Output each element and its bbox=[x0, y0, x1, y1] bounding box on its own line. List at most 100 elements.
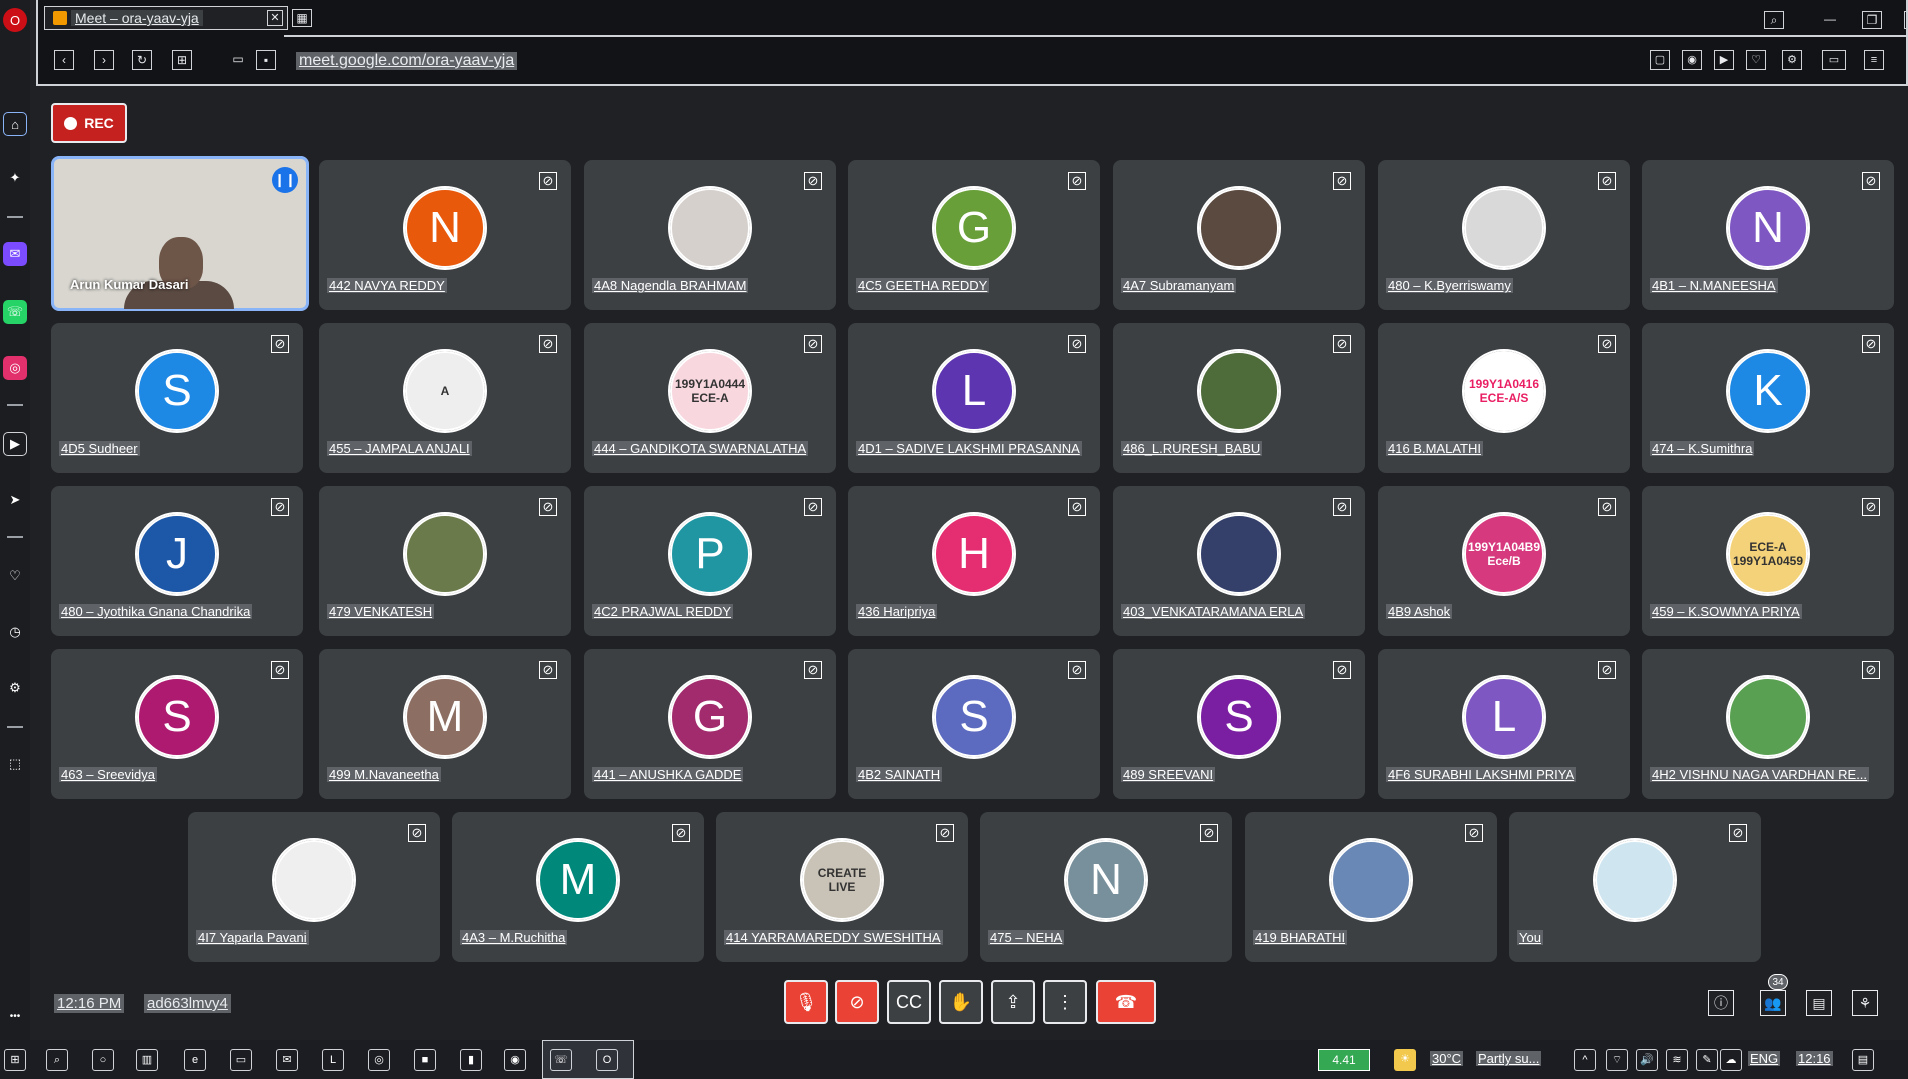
chrome-icon[interactable]: ◉ bbox=[504, 1049, 526, 1071]
instagram-icon[interactable]: ◎ bbox=[3, 356, 27, 380]
store-icon[interactable]: ◎ bbox=[368, 1049, 390, 1071]
more-options-button[interactable]: ⋮ bbox=[1043, 980, 1087, 1024]
battery-saver-icon[interactable]: ▭ bbox=[1822, 50, 1846, 70]
weather-icon[interactable]: ☀ bbox=[1394, 1049, 1416, 1071]
system-clock[interactable]: 12:16 bbox=[1796, 1051, 1833, 1066]
onedrive-icon[interactable]: ☁ bbox=[1720, 1049, 1742, 1071]
cortana-icon[interactable]: ○ bbox=[92, 1049, 114, 1071]
leave-call-button[interactable]: ☎ bbox=[1096, 980, 1156, 1024]
participant-tile[interactable]: ⊘ 4A7 Subramanyam bbox=[1113, 160, 1365, 310]
send-icon[interactable]: ➤ bbox=[3, 488, 27, 512]
more-icon[interactable]: ••• bbox=[3, 1004, 27, 1028]
participant-tile[interactable]: ⊘ 4I7 Yaparla Pavani bbox=[188, 812, 440, 962]
reload-icon[interactable]: ↻ bbox=[132, 50, 152, 70]
participant-tile[interactable]: ⊘ 199Y1A0416 ECE-A/S 416 B.MALATHI bbox=[1378, 323, 1630, 473]
captions-button[interactable]: CC bbox=[887, 980, 931, 1024]
screen-capture-icon[interactable]: ▢ bbox=[1650, 50, 1670, 70]
opera-taskbar-icon[interactable]: O bbox=[596, 1049, 618, 1071]
participant-tile[interactable]: ⊘ 479 VENKATESH bbox=[319, 486, 571, 636]
home-icon[interactable]: ⌂ bbox=[3, 112, 27, 136]
participant-tile[interactable]: ⊘ CREATE LIVE 414 YARRAMAREDDY SWESHITHA bbox=[716, 812, 968, 962]
opera-menu-icon[interactable]: O bbox=[3, 8, 27, 32]
search-icon[interactable]: ⌕ bbox=[46, 1049, 68, 1071]
minimize-icon[interactable]: — bbox=[1820, 11, 1840, 29]
present-button[interactable]: ⇪ bbox=[991, 980, 1035, 1024]
tab-close-icon[interactable]: ✕ bbox=[267, 10, 283, 26]
video-popout-icon[interactable]: ▶ bbox=[1714, 50, 1734, 70]
close-window-icon[interactable]: ✕ bbox=[1904, 11, 1908, 29]
edge-icon[interactable]: e bbox=[184, 1049, 206, 1071]
lock-icon[interactable]: ▪ bbox=[256, 50, 276, 70]
mail-icon[interactable]: ✉ bbox=[276, 1049, 298, 1071]
people-button[interactable]: 👥 bbox=[1760, 990, 1786, 1016]
powerpoint-icon[interactable]: ▮ bbox=[460, 1049, 482, 1071]
participant-tile[interactable]: ⊘ 4A8 Nagendla BRAHMAM bbox=[584, 160, 836, 310]
participant-tile[interactable]: ⊘ J 480 – Jyothika Gnana Chandrika bbox=[51, 486, 303, 636]
task-view-icon[interactable]: ▥ bbox=[136, 1049, 158, 1071]
participant-tile[interactable]: ⊘ A 455 – JAMPALA ANJALI bbox=[319, 323, 571, 473]
address-bar[interactable]: meet.google.com/ora-yaav-yja bbox=[296, 52, 518, 70]
participant-tile[interactable]: ⊘ 486_L.RURESH_BABU bbox=[1113, 323, 1365, 473]
participant-tile[interactable]: ⊘ N 475 – NEHA bbox=[980, 812, 1232, 962]
speed-dial-icon[interactable]: ✦ bbox=[3, 166, 27, 190]
pen-icon[interactable]: ✎ bbox=[1696, 1049, 1718, 1071]
participant-tile[interactable]: ⊘ M 499 M.Navaneetha bbox=[319, 649, 571, 799]
activities-button[interactable]: ⚘ bbox=[1852, 990, 1878, 1016]
participant-tile[interactable]: ⊘ S 463 – Sreevidya bbox=[51, 649, 303, 799]
maximize-icon[interactable]: ❐ bbox=[1862, 11, 1882, 29]
network-icon[interactable]: ⌔ bbox=[1606, 1049, 1628, 1071]
participant-tile[interactable]: ⊘ L 4F6 SURABHI LAKSHMI PRIYA bbox=[1378, 649, 1630, 799]
whatsapp-taskbar-icon[interactable]: ☏ bbox=[550, 1049, 572, 1071]
participant-tile[interactable]: ⊘ H 436 Haripriya bbox=[848, 486, 1100, 636]
participant-tile[interactable]: ⊘ 4H2 VISHNU NAGA VARDHAN RE... bbox=[1642, 649, 1894, 799]
start-icon[interactable]: ⊞ bbox=[4, 1049, 26, 1071]
participant-tile[interactable]: ⊘ K 474 – K.Sumithra bbox=[1642, 323, 1894, 473]
speaker-icon[interactable]: 🔊 bbox=[1636, 1049, 1658, 1071]
file-explorer-icon[interactable]: ▭ bbox=[230, 1049, 252, 1071]
search-tabs-icon[interactable]: ⌕ bbox=[1764, 11, 1784, 29]
microphone-off-button[interactable]: 🎙 bbox=[784, 980, 828, 1024]
extensions-icon[interactable]: ⬚ bbox=[3, 752, 27, 776]
notifications-icon[interactable]: ▤ bbox=[1852, 1049, 1874, 1071]
forward-icon[interactable]: › bbox=[94, 50, 114, 70]
wifi-icon[interactable]: ≋ bbox=[1666, 1049, 1688, 1071]
participant-tile[interactable]: ⊘ 199Y1A0444 ECE-A 444 – GANDIKOTA SWARNAL… bbox=[584, 323, 836, 473]
participant-tile[interactable]: ⊘ You bbox=[1509, 812, 1761, 962]
participant-tile[interactable]: ⊘ S 489 SREEVANI bbox=[1113, 649, 1365, 799]
back-icon[interactable]: ‹ bbox=[54, 50, 74, 70]
menu-icon[interactable]: ≡ bbox=[1864, 50, 1884, 70]
camera-icon[interactable]: ▭ bbox=[228, 50, 248, 70]
participant-tile[interactable]: ⊘ ECE-A 199Y1A0459 459 – K.SOWMYA PRIYA bbox=[1642, 486, 1894, 636]
participant-tile[interactable]: ⊘ S 4D5 Sudheer bbox=[51, 323, 303, 473]
history-icon[interactable]: ◷ bbox=[3, 620, 27, 644]
raise-hand-button[interactable]: ✋ bbox=[939, 980, 983, 1024]
input-language[interactable]: ENG bbox=[1748, 1051, 1781, 1066]
messenger-icon[interactable]: ✉ bbox=[3, 242, 27, 266]
participant-tile[interactable]: ⊘ G 4C5 GEETHA REDDY bbox=[848, 160, 1100, 310]
participant-tile[interactable]: ⊘ 419 BHARATHI bbox=[1245, 812, 1497, 962]
participant-tile[interactable]: ⊘ 403_VENKATARAMANA ERLA bbox=[1113, 486, 1365, 636]
settings-icon[interactable]: ⚙ bbox=[3, 676, 27, 700]
participant-tile[interactable]: ⊘ M 4A3 – M.Ruchitha bbox=[452, 812, 704, 962]
participant-tile[interactable]: ⊘ L 4D1 – SADIVE LAKSHMI PRASANNA bbox=[848, 323, 1100, 473]
self-video-tile[interactable]: ❙❙ Arun Kumar Dasari bbox=[51, 156, 309, 311]
participant-tile[interactable]: ⊘ 199Y1A04B9 Ece/B 4B9 Ashok bbox=[1378, 486, 1630, 636]
participant-tile[interactable]: ⊘ S 4B2 SAINATH bbox=[848, 649, 1100, 799]
participant-tile[interactable]: ⊘ P 4C2 PRAJWAL REDDY bbox=[584, 486, 836, 636]
browser-tab[interactable]: Meet – ora-yaav-yja ✕ bbox=[44, 6, 288, 30]
camera-off-button[interactable]: ⊘ bbox=[835, 980, 879, 1024]
snapshot-icon[interactable]: ◉ bbox=[1682, 50, 1702, 70]
tab-menu-icon[interactable]: ▦ bbox=[292, 9, 312, 27]
app-l-icon[interactable]: L bbox=[322, 1049, 344, 1071]
office-icon[interactable]: ■ bbox=[414, 1049, 436, 1071]
favorites-icon[interactable]: ♡ bbox=[3, 564, 27, 588]
whatsapp-icon[interactable]: ☏ bbox=[3, 300, 27, 324]
participant-tile[interactable]: ⊘ 480 – K.Byerriswamy bbox=[1378, 160, 1630, 310]
participant-tile[interactable]: ⊘ N 442 NAVYA REDDY bbox=[319, 160, 571, 310]
meeting-details-button[interactable]: ⓘ bbox=[1708, 990, 1734, 1016]
bookmark-heart-icon[interactable]: ♡ bbox=[1746, 50, 1766, 70]
tray-chevron-icon[interactable]: ^ bbox=[1574, 1049, 1596, 1071]
chat-button[interactable]: ▤ bbox=[1806, 990, 1832, 1016]
tabs-grid-icon[interactable]: ⊞ bbox=[172, 50, 192, 70]
participant-tile[interactable]: ⊘ N 4B1 – N.MANEESHA bbox=[1642, 160, 1894, 310]
